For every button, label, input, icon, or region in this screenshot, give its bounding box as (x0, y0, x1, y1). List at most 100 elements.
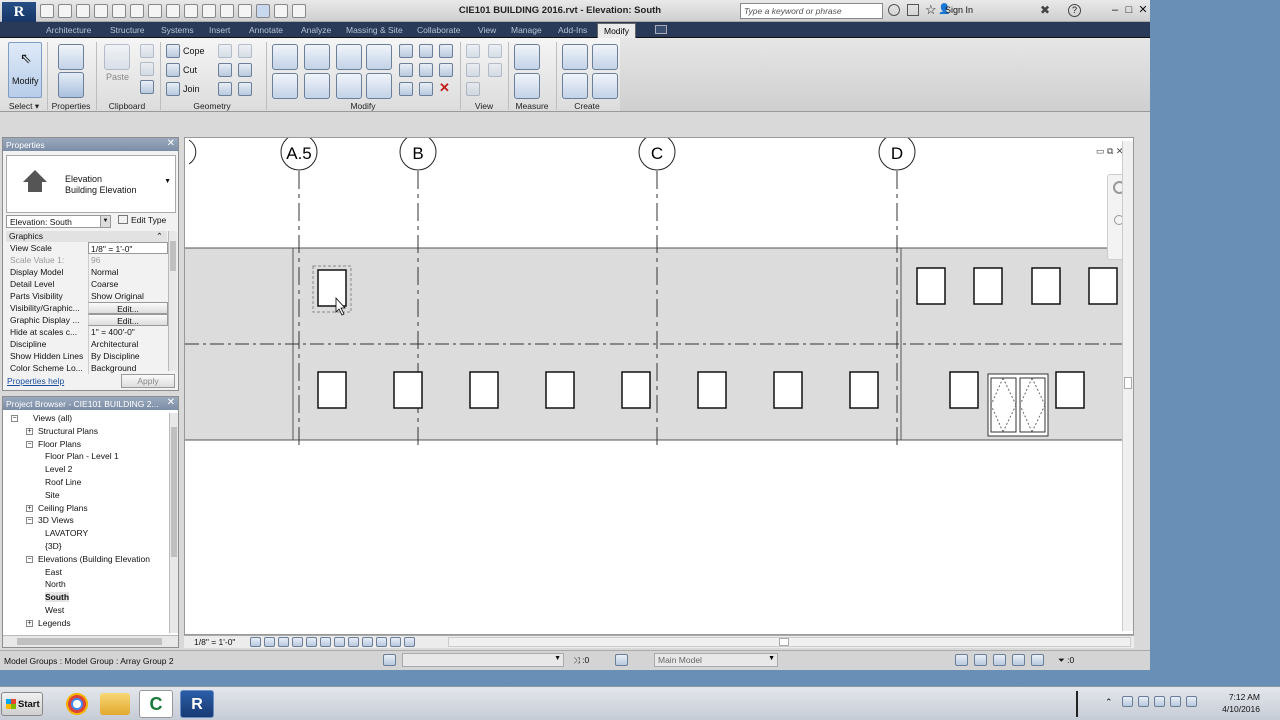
window[interactable] (973, 267, 1003, 305)
tray-network-icon[interactable] (1170, 696, 1181, 707)
maximize-button[interactable]: □ (1122, 3, 1136, 17)
wall-joins-icon[interactable] (218, 44, 232, 58)
view-scale-control[interactable]: 1/8" = 1'-0" (194, 637, 235, 647)
tray-volume-icon[interactable] (1186, 696, 1197, 707)
close-button[interactable]: ✕ (1136, 3, 1150, 17)
temporary-hide-icon[interactable] (334, 637, 345, 647)
collapse-icon[interactable]: − (11, 415, 18, 422)
sign-in-link[interactable]: Sign In (945, 5, 973, 15)
tree-node[interactable]: Roof Line (3, 477, 168, 489)
workset-dropdown[interactable]: ▼ (402, 653, 564, 667)
revit-taskbar-icon[interactable]: R (180, 690, 214, 718)
tree-node[interactable]: Floor Plan - Level 1 (3, 451, 168, 463)
tab-manage[interactable]: Manage (505, 23, 548, 38)
window[interactable] (393, 371, 423, 409)
tree-node[interactable]: LAVATORY (3, 528, 168, 540)
tree-node[interactable]: −3D Views (3, 515, 168, 527)
collapse-icon[interactable]: − (26, 555, 33, 563)
start-button[interactable]: Start (1, 692, 43, 716)
select-underlay-icon[interactable] (974, 654, 987, 666)
help-icon[interactable]: ? (1068, 4, 1081, 17)
properties-palette-icon[interactable] (58, 72, 84, 98)
mirror-axis-icon[interactable] (336, 44, 362, 70)
cope-icon[interactable] (166, 44, 180, 58)
tree-node[interactable]: {3D} (3, 541, 168, 553)
cut-clipboard-icon[interactable] (140, 44, 154, 58)
trim-multiple-icon[interactable] (419, 82, 433, 96)
design-options-icon[interactable] (615, 654, 628, 666)
window[interactable] (1088, 267, 1118, 305)
prop-row[interactable]: Detail Level Coarse (6, 278, 167, 290)
trim-single-icon[interactable] (399, 82, 413, 96)
split-face-icon[interactable] (218, 63, 232, 77)
tree-node[interactable]: + Ceiling Plans (3, 503, 168, 515)
clock-time[interactable]: 7:12 AM (1212, 692, 1260, 702)
align-icon[interactable] (272, 44, 298, 70)
camtasia-icon[interactable]: C (139, 690, 173, 718)
apply-button[interactable]: Apply (121, 374, 175, 388)
shadows-icon[interactable] (292, 637, 303, 647)
tab-annotate[interactable]: Annotate (243, 23, 289, 38)
delete-icon[interactable]: ✕ (439, 80, 450, 96)
prop-row[interactable]: Hide at scales c... 1" = 400'-0" (6, 326, 167, 338)
show-crop-icon[interactable] (320, 637, 331, 647)
window[interactable] (1031, 267, 1061, 305)
worksharing-icon[interactable] (362, 637, 373, 647)
pin-icon[interactable] (439, 63, 453, 77)
mirror-draw-icon[interactable] (366, 44, 392, 70)
window[interactable] (916, 267, 946, 305)
canvas-vscrollbar[interactable] (1122, 141, 1133, 631)
tree-node[interactable]: East (3, 567, 168, 579)
instance-filter-dropdown[interactable]: Elevation: South ▼ (6, 215, 111, 228)
copy-tool-icon[interactable] (304, 73, 330, 99)
expand-icon[interactable]: + (26, 619, 33, 627)
aligned-dimension-icon[interactable] (514, 73, 540, 99)
select-by-face-icon[interactable] (1012, 654, 1025, 666)
prop-row[interactable]: Display Model Normal (6, 266, 167, 278)
tree-node[interactable]: Level 2 (3, 464, 168, 476)
tab-view[interactable]: View (472, 23, 502, 38)
reveal-hidden-icon[interactable] (348, 637, 359, 647)
tab-structure[interactable]: Structure (104, 23, 151, 38)
tree-node[interactable]: − Floor Plans (3, 439, 168, 451)
double-door[interactable] (987, 373, 1049, 437)
select-dropdown[interactable]: Select ▾ (4, 101, 44, 112)
tree-node[interactable]: North (3, 579, 168, 591)
design-option-dropdown[interactable]: Main Model ▼ (654, 653, 778, 667)
select-pinned-icon[interactable] (993, 654, 1006, 666)
visual-style-icon[interactable] (264, 637, 275, 647)
minimize-button[interactable]: – (1108, 3, 1122, 17)
remove-paint-icon[interactable] (238, 63, 252, 77)
split-gap-icon[interactable] (419, 44, 433, 58)
sun-path-icon[interactable] (278, 637, 289, 647)
prop-row[interactable]: Discipline Architectural (6, 338, 167, 350)
tree-node[interactable]: West (3, 605, 168, 617)
tray-overflow-icon[interactable]: ⌃ (1105, 697, 1113, 708)
create-similar-icon[interactable] (562, 44, 588, 70)
tree-node[interactable]: − Elevations (Building Elevation (3, 554, 168, 566)
tray-display-icon[interactable] (1138, 696, 1149, 707)
measure-distance-icon[interactable] (514, 44, 540, 70)
create-assembly-icon[interactable] (562, 73, 588, 99)
tree-node[interactable]: − Views (all) (3, 413, 168, 425)
select-links-icon[interactable] (955, 654, 968, 666)
create-group-icon[interactable] (592, 44, 618, 70)
array-icon[interactable] (399, 63, 413, 77)
paste-icon[interactable] (104, 44, 130, 70)
cut-geometry-icon[interactable] (166, 63, 180, 77)
move-icon[interactable] (272, 73, 298, 99)
highlight-displacement-icon[interactable] (390, 637, 401, 647)
collapse-icon[interactable]: − (26, 517, 33, 525)
tab-insert[interactable]: Insert (203, 23, 236, 38)
properties-scrollbar[interactable] (168, 231, 177, 371)
window[interactable] (773, 371, 803, 409)
trim-extend-icon[interactable] (366, 73, 392, 99)
split-icon[interactable] (399, 44, 413, 58)
tray-flag-icon[interactable] (1122, 696, 1133, 707)
search-input[interactable]: Type a keyword or phrase (740, 3, 883, 19)
file-explorer-icon[interactable] (100, 693, 130, 715)
tab-systems[interactable]: Systems (155, 23, 200, 38)
linework-icon[interactable] (466, 63, 480, 77)
view-scale-input[interactable]: 1/8" = 1'-0" (88, 242, 168, 254)
close-icon[interactable]: ✕ (167, 397, 175, 408)
